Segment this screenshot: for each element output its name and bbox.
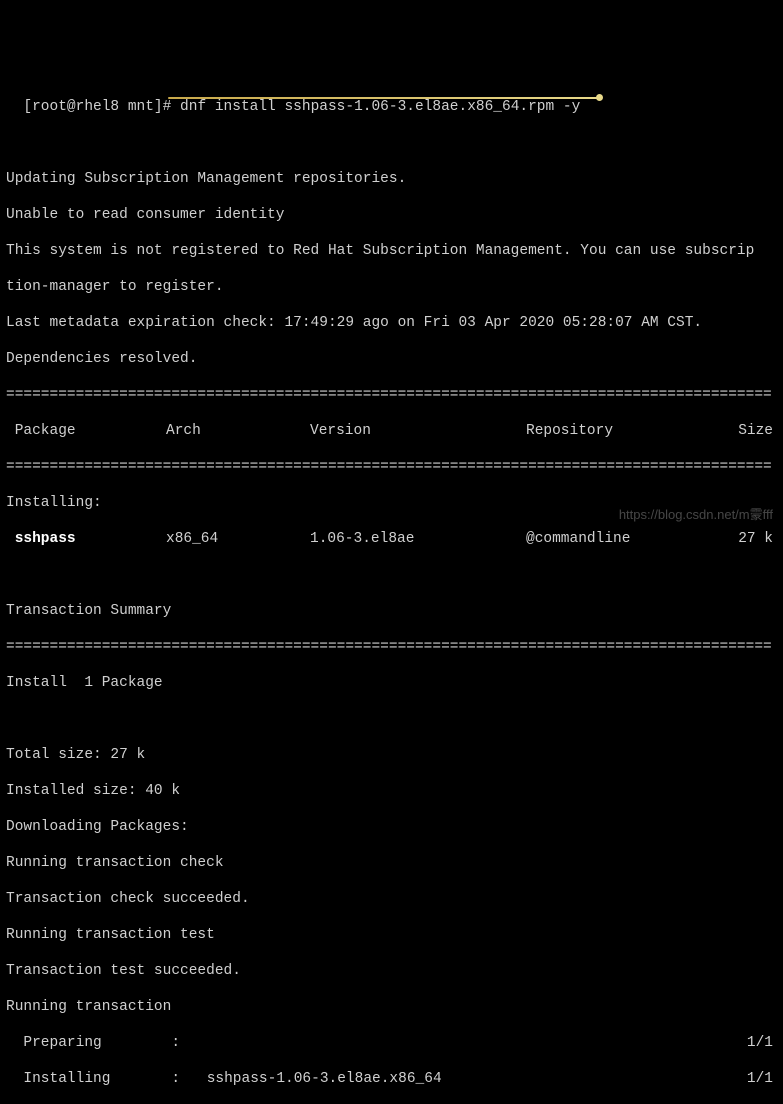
output-line: Running transaction test bbox=[6, 926, 777, 944]
tx-step: Installing : sshpass-1.06-3.el8ae.x86_64… bbox=[6, 1070, 777, 1088]
output-line: Last metadata expiration check: 17:49:29… bbox=[6, 314, 777, 332]
output-line: Total size: 27 k bbox=[6, 746, 777, 764]
tx-label: Installing : bbox=[6, 1070, 198, 1088]
prompt-prefix: [root@rhel8 mnt]# bbox=[23, 99, 180, 115]
divider: ========================================… bbox=[6, 458, 777, 476]
header-version: Version bbox=[310, 422, 526, 440]
table-header: Package Arch Version Repository Size bbox=[6, 422, 777, 440]
command-input[interactable]: dnf install sshpass-1.06-3.el8ae.x86_64.… bbox=[180, 99, 580, 115]
tx-step: Preparing : 1/1 bbox=[6, 1034, 777, 1052]
blank-line bbox=[6, 710, 777, 728]
output-line: Installed size: 40 k bbox=[6, 782, 777, 800]
tx-pkg: sshpass-1.06-3.el8ae.x86_64 bbox=[198, 1070, 737, 1088]
header-repository: Repository bbox=[526, 422, 728, 440]
prompt-line[interactable]: [root@rhel8 mnt]# dnf install sshpass-1.… bbox=[6, 80, 777, 152]
header-arch: Arch bbox=[166, 422, 310, 440]
output-line: Transaction test succeeded. bbox=[6, 962, 777, 980]
install-count: Install 1 Package bbox=[6, 674, 777, 692]
divider: ========================================… bbox=[6, 638, 777, 656]
output-line: tion-manager to register. bbox=[6, 278, 777, 296]
divider: ========================================… bbox=[6, 386, 777, 404]
tx-count: 1/1 bbox=[737, 1034, 777, 1052]
output-line: Dependencies resolved. bbox=[6, 350, 777, 368]
output-line: Updating Subscription Management reposit… bbox=[6, 170, 777, 188]
watermark: https://blog.csdn.net/m霥fff bbox=[619, 506, 773, 524]
tx-summary-label: Transaction Summary bbox=[6, 602, 777, 620]
pkg-size: 27 k bbox=[728, 530, 777, 548]
tx-label: Preparing : bbox=[6, 1034, 198, 1052]
pkg-name: sshpass bbox=[6, 530, 166, 548]
tx-count: 1/1 bbox=[737, 1070, 777, 1088]
pkg-repo: @commandline bbox=[526, 530, 728, 548]
highlight-underline bbox=[168, 97, 600, 99]
output-line: Running transaction check bbox=[6, 854, 777, 872]
output-line: Running transaction bbox=[6, 998, 777, 1016]
header-package: Package bbox=[6, 422, 166, 440]
header-size: Size bbox=[728, 422, 777, 440]
blank-line bbox=[6, 566, 777, 584]
tx-pkg bbox=[198, 1034, 737, 1052]
output-line: Transaction check succeeded. bbox=[6, 890, 777, 908]
pkg-arch: x86_64 bbox=[166, 530, 310, 548]
table-row: sshpass x86_64 1.06-3.el8ae @commandline… bbox=[6, 530, 777, 548]
output-line: Downloading Packages: bbox=[6, 818, 777, 836]
highlight-dot bbox=[596, 94, 603, 101]
output-line: Unable to read consumer identity bbox=[6, 206, 777, 224]
output-line: This system is not registered to Red Hat… bbox=[6, 242, 777, 260]
pkg-version: 1.06-3.el8ae bbox=[310, 530, 526, 548]
